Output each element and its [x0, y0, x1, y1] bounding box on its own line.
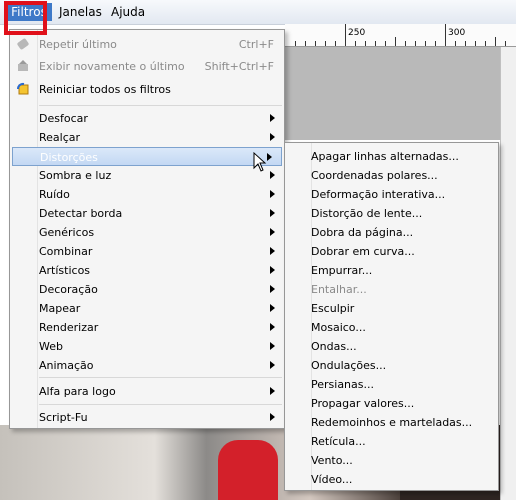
reset-icon [16, 82, 30, 96]
submenu-arrow-icon [270, 133, 275, 141]
submenu-item-esculpir[interactable]: Esculpir [285, 299, 498, 318]
submenu-arrow-icon [270, 413, 275, 421]
submenu-arrow-icon [270, 228, 275, 236]
menu-item-distorcoes[interactable]: Distorções [12, 147, 282, 166]
submenu-arrow-icon [270, 209, 275, 217]
menu-item-detectar-borda[interactable]: Detectar borda [10, 204, 284, 223]
submenu-arrow-icon [270, 247, 275, 255]
menu-item-reset-filters[interactable]: Reiniciar todos os filtros [10, 80, 284, 99]
submenu-item-dobrar-em-curva[interactable]: Dobrar em curva... [285, 242, 498, 261]
menu-item-mapear[interactable]: Mapear [10, 299, 284, 318]
menu-item-genericos[interactable]: Genéricos [10, 223, 284, 242]
submenu-item-vento[interactable]: Vento... [285, 451, 498, 470]
submenu-item-reticula[interactable]: Retícula... [285, 432, 498, 451]
submenu-arrow-icon [270, 190, 275, 198]
menu-item-script-fu[interactable]: Script-Fu [10, 408, 284, 427]
submenu-item-deformacao-interativa[interactable]: Deformação interativa... [285, 185, 498, 204]
submenu-arrow-icon [270, 285, 275, 293]
submenu-arrow-icon [270, 304, 275, 312]
menu-item-combinar[interactable]: Combinar [10, 242, 284, 261]
submenu-item-empurrar[interactable]: Empurrar... [285, 261, 498, 280]
menu-item-decoracao[interactable]: Decoração [10, 280, 284, 299]
highlight-annotation-box [4, 1, 47, 35]
menu-item-ruido[interactable]: Ruído [10, 185, 284, 204]
menu-item-realcar[interactable]: Realçar [10, 128, 284, 147]
ruler-label: 300 [448, 28, 466, 38]
menu-item-reshow-last[interactable]: Exibir novamente o último Shift+Ctrl+F [10, 57, 284, 76]
repeat-icon [16, 37, 30, 51]
vertical-scrollbar[interactable] [500, 46, 516, 500]
submenu-item-ondas[interactable]: Ondas... [285, 337, 498, 356]
image-photo-detail [218, 440, 278, 500]
submenu-arrow-icon [270, 114, 275, 122]
menubar-item-ajuda[interactable]: Ajuda [111, 5, 145, 19]
ruler-label: 250 [348, 28, 366, 38]
submenu-arrow-icon [270, 171, 275, 179]
menu-item-artisticos[interactable]: Artísticos [10, 261, 284, 280]
menubar: Filtros Janelas Ajuda [0, 0, 516, 25]
submenu-item-redemoinhos[interactable]: Redemoinhos e marteladas... [285, 413, 498, 432]
submenu-item-dobra-da-pagina[interactable]: Dobra da página... [285, 223, 498, 242]
reshow-icon [16, 59, 30, 73]
submenu-arrow-icon [267, 153, 272, 161]
submenu-item-apagar-linhas[interactable]: Apagar linhas alternadas... [285, 147, 498, 166]
horizontal-ruler: 250 300 [285, 24, 516, 47]
submenu-item-entalhar[interactable]: Entalhar... [285, 280, 498, 299]
submenu-item-propagar-valores[interactable]: Propagar valores... [285, 394, 498, 413]
submenu-item-video[interactable]: Vídeo... [285, 470, 498, 489]
menu-item-sombra-e-luz[interactable]: Sombra e luz [10, 166, 284, 185]
submenu-item-persianas[interactable]: Persianas... [285, 375, 498, 394]
distortions-submenu: Apagar linhas alternadas... Coordenadas … [284, 142, 499, 491]
submenu-item-distorcao-de-lente[interactable]: Distorção de lente... [285, 204, 498, 223]
submenu-arrow-icon [270, 342, 275, 350]
submenu-arrow-icon [270, 361, 275, 369]
menu-item-renderizar[interactable]: Renderizar [10, 318, 284, 337]
filters-menu: Repetir último Ctrl+F Exibir novamente o… [9, 29, 285, 429]
submenu-item-ondulacoes[interactable]: Ondulações... [285, 356, 498, 375]
menu-item-alfa-para-logo[interactable]: Alfa para logo [10, 382, 284, 401]
menu-item-repeat-last[interactable]: Repetir último Ctrl+F [10, 35, 284, 54]
menu-item-web[interactable]: Web [10, 337, 284, 356]
submenu-arrow-icon [270, 323, 275, 331]
menu-item-animacao[interactable]: Animação [10, 356, 284, 375]
menu-item-desfocar[interactable]: Desfocar [10, 109, 284, 128]
mouse-cursor-icon [253, 151, 267, 175]
submenu-arrow-icon [270, 266, 275, 274]
submenu-item-mosaico[interactable]: Mosaico... [285, 318, 498, 337]
menubar-item-janelas[interactable]: Janelas [59, 5, 102, 19]
submenu-item-coordenadas-polares[interactable]: Coordenadas polares... [285, 166, 498, 185]
submenu-arrow-icon [270, 387, 275, 395]
